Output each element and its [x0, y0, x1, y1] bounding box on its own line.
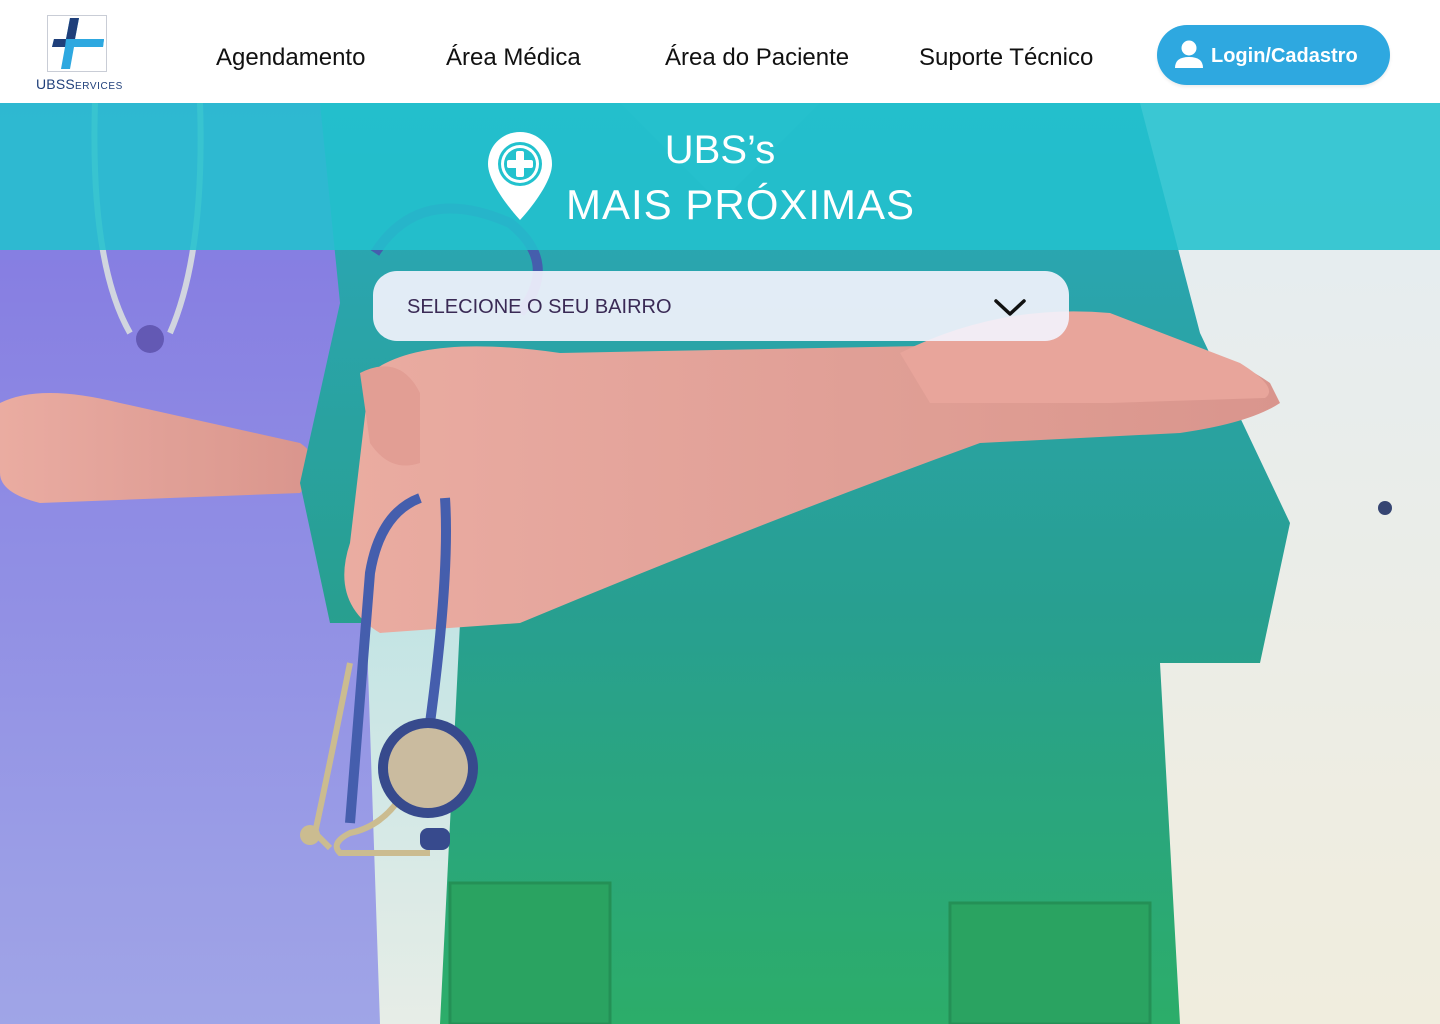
nav-area-paciente[interactable]: Área do Paciente — [665, 44, 849, 72]
logo-cross-icon — [47, 15, 107, 72]
banner-title-line2: MAIS PRÓXIMAS — [566, 181, 916, 228]
user-icon — [1173, 38, 1205, 70]
login-button-label: Login/Cadastro — [1211, 45, 1358, 67]
neighborhood-select-placeholder: SELECIONE O SEU BAIRRO — [407, 296, 672, 318]
neighborhood-select[interactable]: SELECIONE O SEU BAIRRO — [373, 271, 1069, 341]
banner-title-line1: UBS’s — [664, 128, 776, 172]
chevron-down-icon — [992, 293, 1028, 321]
brand-logo[interactable]: UBSSERVICES — [36, 15, 122, 95]
nav-area-medica[interactable]: Área Médica — [446, 44, 581, 72]
logo-wordmark: UBSSERVICES — [36, 76, 123, 92]
page: UBSSERVICES Agendamento Área Médica Área… — [0, 0, 1440, 1024]
top-nav-bar: UBSSERVICES Agendamento Área Médica Área… — [0, 0, 1440, 103]
hero-section: UBS’s MAIS PRÓXIMAS SELECIONE O SEU BAIR… — [0, 103, 1440, 1024]
map-pin-plus-icon — [486, 130, 554, 222]
login-cadastro-button[interactable]: Login/Cadastro — [1157, 25, 1390, 85]
nav-suporte-tecnico[interactable]: Suporte Técnico — [919, 44, 1093, 72]
nav-agendamento[interactable]: Agendamento — [216, 44, 365, 72]
nearest-ubs-banner: UBS’s MAIS PRÓXIMAS — [0, 103, 1440, 250]
